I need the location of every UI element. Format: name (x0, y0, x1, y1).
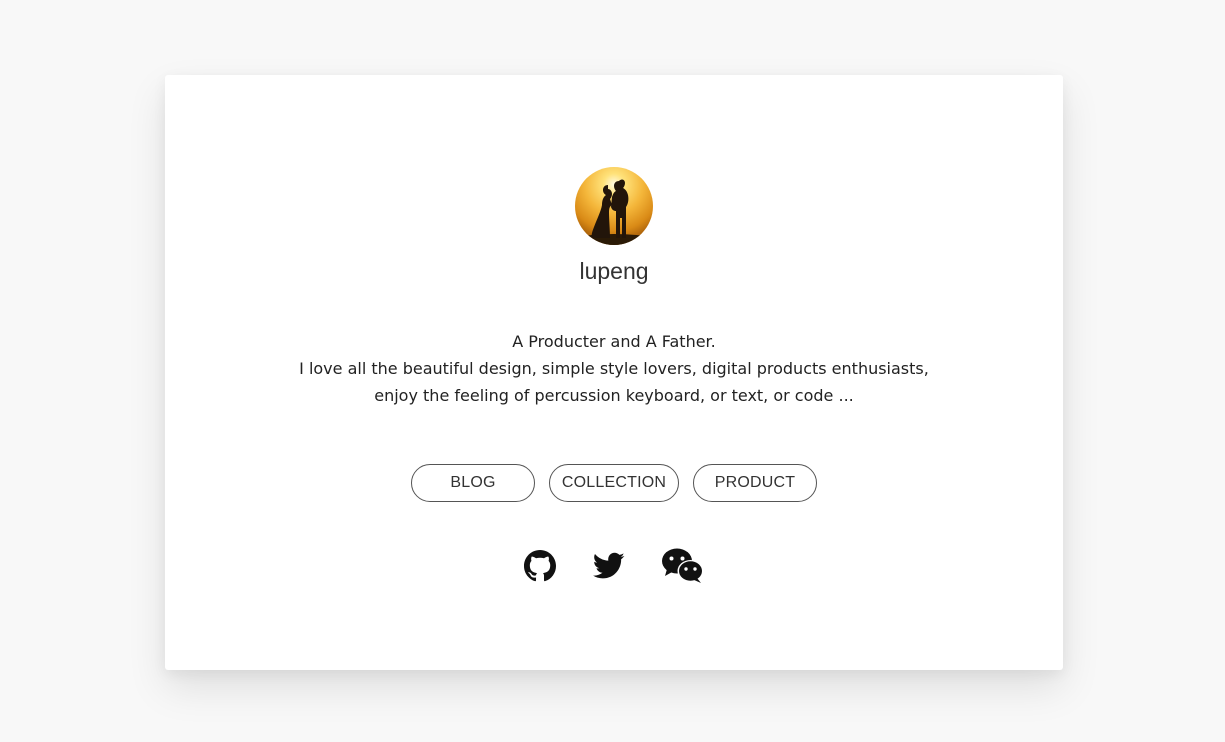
profile-card: lupeng A Producter and A Father. I love … (165, 75, 1063, 670)
bio-line: enjoy the feeling of percussion keyboard… (374, 386, 854, 405)
product-button[interactable]: PRODUCT (693, 464, 817, 502)
collection-button[interactable]: COLLECTION (549, 464, 679, 502)
wechat-link[interactable] (661, 548, 705, 584)
twitter-icon (593, 552, 625, 579)
bio-line: I love all the beautiful design, simple … (299, 359, 929, 378)
wechat-icon (662, 548, 704, 583)
profile-bio: A Producter and A Father. I love all the… (165, 328, 1063, 409)
avatar-image (575, 167, 653, 245)
profile-name: lupeng (579, 258, 649, 284)
github-link[interactable] (523, 548, 557, 584)
twitter-link[interactable] (592, 548, 626, 584)
github-icon (524, 550, 556, 582)
avatar (575, 167, 653, 245)
bio-line: A Producter and A Father. (512, 332, 716, 351)
blog-button[interactable]: BLOG (411, 464, 535, 502)
